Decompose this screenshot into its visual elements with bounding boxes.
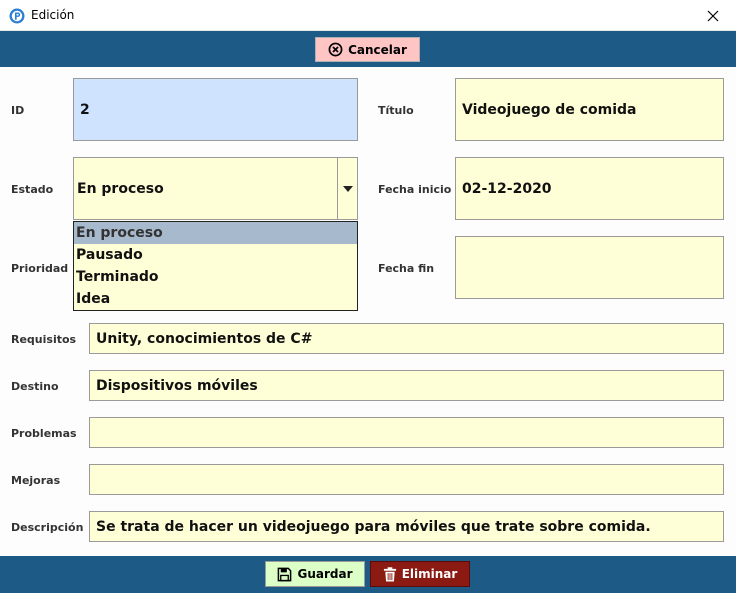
- fecha-fin-field[interactable]: [455, 236, 724, 299]
- requisitos-label: Requisitos: [11, 333, 77, 346]
- fecha-inicio-label: Fecha inicio: [378, 183, 452, 196]
- fecha-inicio-field[interactable]: 02-12-2020: [455, 157, 724, 220]
- requisitos-field[interactable]: Unity, conocimientos de C#: [89, 323, 724, 354]
- save-label: Guardar: [297, 567, 353, 581]
- problemas-label: Problemas: [11, 427, 77, 440]
- id-field[interactable]: 2: [73, 78, 358, 141]
- prioridad-label: Prioridad: [11, 262, 69, 275]
- descripcion-label: Descripción: [11, 521, 84, 534]
- titulo-label: Título: [378, 104, 414, 117]
- top-toolbar: Cancelar: [0, 31, 736, 67]
- title-bar: Edición: [0, 0, 736, 31]
- id-label: ID: [11, 104, 25, 117]
- floppy-disk-icon: [278, 567, 292, 581]
- estado-dropdown-toggle[interactable]: [337, 158, 357, 219]
- close-icon: [707, 10, 719, 21]
- mejoras-field[interactable]: [89, 464, 724, 495]
- estado-option-idea[interactable]: Idea: [74, 288, 357, 310]
- descripcion-field[interactable]: Se trata de hacer un videojuego para móv…: [89, 511, 724, 542]
- estado-option-en-proceso[interactable]: En proceso: [74, 222, 357, 244]
- close-button[interactable]: [690, 0, 736, 31]
- window-title: Edición: [31, 8, 75, 22]
- form-area: ID 2 Título Videojuego de comida Estado …: [0, 67, 736, 556]
- estado-combobox[interactable]: En proceso: [73, 157, 358, 220]
- estado-dropdown-list: En proceso Pausado Terminado Idea: [73, 221, 358, 311]
- destino-field[interactable]: Dispositivos móviles: [89, 370, 724, 401]
- estado-label: Estado: [11, 183, 54, 196]
- destino-label: Destino: [11, 380, 59, 393]
- cancel-label: Cancelar: [348, 42, 407, 57]
- delete-label: Eliminar: [401, 567, 458, 581]
- delete-button[interactable]: Eliminar: [370, 561, 470, 587]
- estado-option-pausado[interactable]: Pausado: [74, 244, 357, 266]
- chevron-down-icon: [342, 185, 353, 192]
- circle-x-icon: [328, 42, 343, 57]
- estado-option-terminado[interactable]: Terminado: [74, 266, 357, 288]
- bottom-toolbar: Guardar Eliminar: [0, 556, 736, 593]
- titulo-field[interactable]: Videojuego de comida: [455, 78, 724, 141]
- fecha-fin-label: Fecha fin: [378, 262, 435, 275]
- mejoras-label: Mejoras: [11, 474, 61, 487]
- save-button[interactable]: Guardar: [265, 561, 365, 587]
- estado-selected-value: En proceso: [77, 180, 164, 197]
- cancel-button[interactable]: Cancelar: [315, 37, 420, 62]
- p-logo-icon: [9, 8, 25, 24]
- problemas-field[interactable]: [89, 417, 724, 448]
- trash-icon: [383, 566, 396, 582]
